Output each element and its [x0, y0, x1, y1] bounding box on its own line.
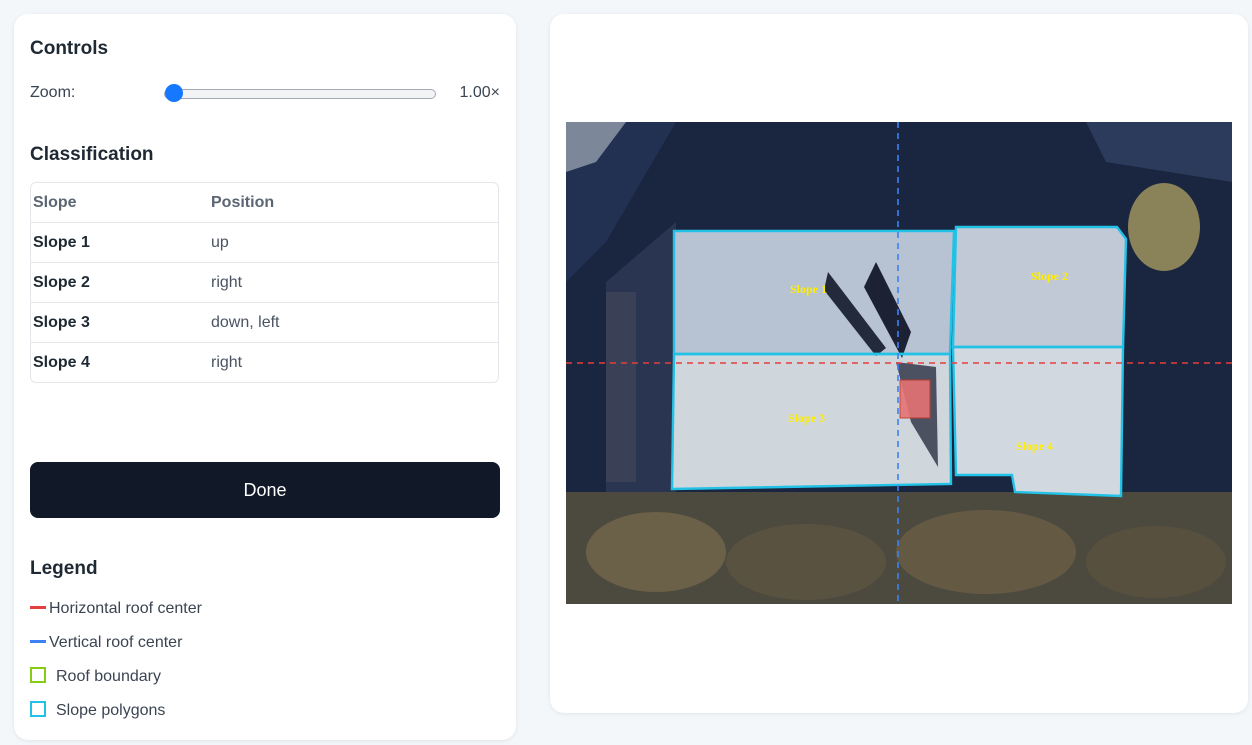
slope-2-label: Slope 2: [1031, 269, 1068, 283]
slope-position: right: [211, 353, 243, 371]
zoom-slider-thumb[interactable]: [165, 84, 183, 102]
legend-label: Vertical roof center: [49, 634, 183, 651]
roof-surface: [953, 347, 1123, 496]
red-line-icon: [30, 605, 46, 609]
zoom-value: 1.00×: [459, 84, 500, 101]
zoom-control: Zoom: 1.00×: [30, 82, 500, 106]
legend-item-horizontal-center: Horizontal roof center: [30, 600, 202, 622]
column-header-slope: Slope: [31, 183, 209, 223]
aerial-roof-image[interactable]: Slope 1 Slope 2 Slope 3 Slope 4: [566, 122, 1232, 604]
controls-panel: Controls Zoom: 1.00× Classification Slop…: [14, 14, 516, 740]
classification-table: Slope Position Slope 1 up Slope 2 right …: [30, 182, 499, 383]
tree-canopy: [726, 524, 886, 600]
slope-name: Slope 1: [31, 223, 209, 263]
building-edge: [606, 292, 636, 482]
tree-canopy: [586, 512, 726, 592]
legend-label: Roof boundary: [56, 668, 161, 685]
legend-item-slope-polygons: Slope polygons: [30, 701, 166, 724]
slope-position: right: [209, 263, 498, 303]
slope-position: down, left: [209, 303, 498, 343]
zoom-slider[interactable]: [164, 84, 436, 102]
green-square-icon: [30, 667, 46, 684]
legend-label: Horizontal roof center: [49, 600, 202, 617]
slope-3-label: Slope 3: [788, 411, 825, 425]
slope-name: Slope 3: [31, 303, 209, 343]
table-header-row: Slope Position: [31, 183, 498, 223]
table-row: Slope 4 right: [31, 343, 498, 382]
table-row: Slope 1 up: [31, 223, 498, 263]
cyan-square-icon: [30, 701, 46, 718]
table-row: Slope 2 right: [31, 263, 498, 303]
slope-1-label: Slope 1: [790, 282, 827, 296]
roof-center-marker: [899, 379, 931, 419]
roof-surface: [953, 227, 1126, 347]
controls-title: Controls: [30, 38, 109, 59]
legend-label: Slope polygons: [56, 702, 166, 719]
tree-canopy: [896, 510, 1076, 594]
table-row: Slope 3 down, left: [31, 303, 498, 343]
legend-item-roof-boundary: Roof boundary: [30, 667, 161, 690]
slope-4-label: Slope 4: [1016, 439, 1053, 453]
slope-name: Slope 4: [33, 353, 90, 371]
legend-item-vertical-center: Vertical roof center: [30, 634, 182, 656]
tree-canopy: [1086, 526, 1226, 598]
column-header-position: Position: [209, 183, 498, 223]
tree-canopy: [1128, 183, 1200, 271]
classification-title: Classification: [30, 144, 154, 165]
done-button[interactable]: Done: [30, 462, 500, 518]
slope-position: up: [209, 223, 498, 263]
legend-title: Legend: [30, 558, 98, 579]
slope-name: Slope 2: [31, 263, 209, 303]
zoom-label: Zoom:: [30, 84, 76, 101]
blue-line-icon: [30, 639, 46, 643]
map-panel: Slope 1 Slope 2 Slope 3 Slope 4: [550, 14, 1248, 713]
